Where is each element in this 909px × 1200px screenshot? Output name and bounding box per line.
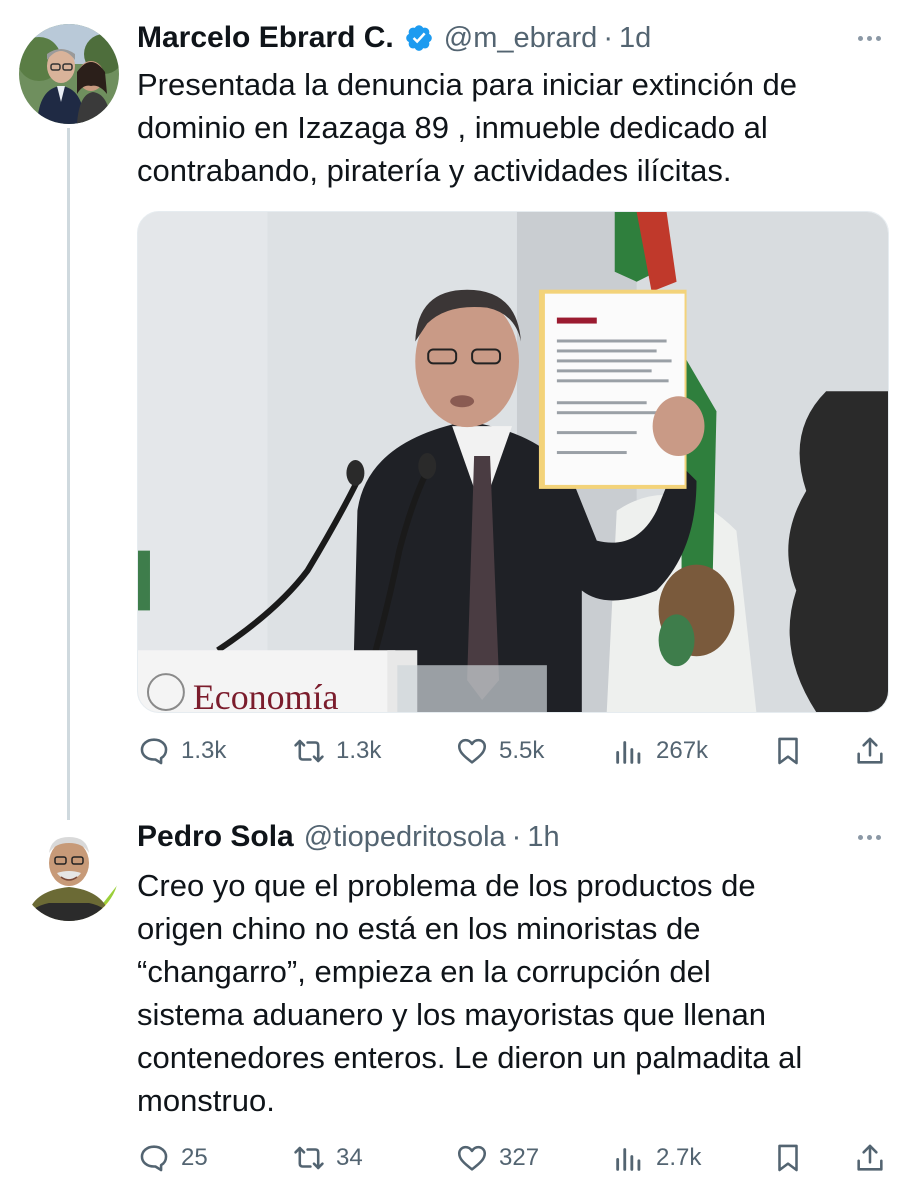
like-button[interactable]: 327 bbox=[455, 1138, 539, 1178]
avatar[interactable] bbox=[19, 24, 119, 124]
more-icon[interactable] bbox=[849, 821, 889, 853]
timestamp[interactable]: 1h bbox=[527, 821, 559, 854]
bookmark-button[interactable] bbox=[771, 1138, 805, 1178]
retweet-count: 34 bbox=[336, 1144, 363, 1171]
views-icon bbox=[616, 741, 641, 764]
like-button[interactable]: 5.5k bbox=[455, 731, 544, 771]
user-handle[interactable]: @m_ebrard bbox=[444, 22, 598, 55]
retweet-icon bbox=[294, 1146, 324, 1170]
user-handle[interactable]: @tiopedritosola bbox=[304, 821, 506, 854]
retweet-button[interactable]: 34 bbox=[292, 1138, 363, 1178]
like-icon bbox=[457, 738, 487, 764]
reply-icon bbox=[140, 738, 168, 765]
podium-text: Economía bbox=[193, 677, 339, 712]
reply-button[interactable]: 25 bbox=[137, 1138, 208, 1178]
tweet-photo[interactable]: Economía bbox=[137, 211, 889, 713]
views-count: 267k bbox=[656, 737, 709, 764]
tweet-text: Presentada la denuncia para iniciar exti… bbox=[137, 67, 798, 188]
reply-button[interactable]: 1.3k bbox=[137, 731, 226, 771]
like-icon bbox=[457, 1145, 487, 1171]
tweet-actions: 1.3k 1.3k 5.5k 267k bbox=[137, 731, 889, 771]
views-icon bbox=[616, 1148, 641, 1171]
bookmark-icon bbox=[778, 737, 798, 765]
tweet-pedro-sola[interactable]: Pedro Sola @tiopedritosola · 1h Creo yo … bbox=[0, 800, 909, 1200]
views-count: 2.7k bbox=[656, 1144, 702, 1171]
tweet-text: Creo yo que el problema de los productos… bbox=[137, 868, 803, 1118]
tweet-actions: 25 34 327 2.7k bbox=[137, 1138, 889, 1178]
reply-count: 25 bbox=[181, 1144, 208, 1171]
share-button[interactable] bbox=[853, 1138, 887, 1178]
like-count: 5.5k bbox=[499, 737, 545, 764]
like-count: 327 bbox=[499, 1144, 540, 1171]
separator-dot: · bbox=[511, 820, 522, 853]
tweet-header: Pedro Sola @tiopedritosola · 1h bbox=[137, 817, 889, 857]
avatar[interactable] bbox=[19, 821, 119, 921]
retweet-icon bbox=[294, 739, 324, 763]
timestamp[interactable]: 1d bbox=[619, 22, 651, 55]
bookmark-button[interactable] bbox=[771, 731, 805, 771]
share-icon bbox=[857, 1144, 883, 1171]
share-button[interactable] bbox=[853, 731, 887, 771]
bookmark-icon bbox=[778, 1144, 798, 1172]
separator-dot: · bbox=[603, 21, 613, 54]
reply-count: 1.3k bbox=[181, 737, 227, 764]
share-icon bbox=[857, 737, 883, 764]
display-name[interactable]: Pedro Sola bbox=[137, 820, 294, 854]
reply-icon bbox=[140, 1145, 168, 1172]
retweet-count: 1.3k bbox=[336, 737, 382, 764]
more-icon[interactable] bbox=[849, 22, 889, 54]
tweet-marcelo-ebrard[interactable]: Marcelo Ebrard C. @m_ebrard · 1d Present… bbox=[0, 0, 909, 800]
views-button[interactable]: 2.7k bbox=[612, 1138, 701, 1178]
tweet-header: Marcelo Ebrard C. @m_ebrard · 1d bbox=[137, 18, 889, 58]
display-name[interactable]: Marcelo Ebrard C. bbox=[137, 21, 394, 55]
verified-badge-icon bbox=[404, 23, 434, 53]
views-button[interactable]: 267k bbox=[612, 731, 708, 771]
retweet-button[interactable]: 1.3k bbox=[292, 731, 381, 771]
